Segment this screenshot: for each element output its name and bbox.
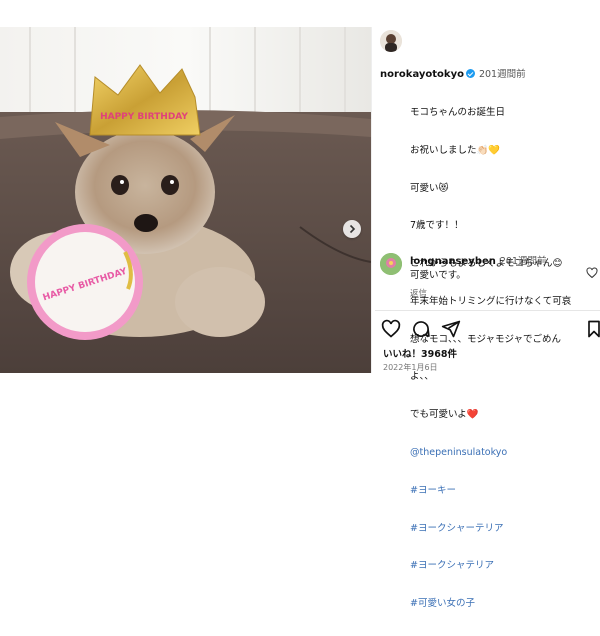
post-time-ago: 201週間前 (478, 69, 526, 81)
next-photo-button[interactable] (343, 220, 361, 238)
mention-link[interactable]: @thepeninsulatokyo (410, 447, 600, 460)
reply-button[interactable]: 返信 (410, 287, 427, 299)
post-caption: norokayotokyo 201週間前 モコちゃんのお誕生日 お祝いしました👏🏻… (380, 44, 600, 636)
comment-header: longnanseyben 201週間前 (410, 253, 547, 267)
author-avatar-image (380, 30, 402, 52)
caption-line: でも可愛いよ❤️ (410, 409, 479, 421)
hashtag-link[interactable]: #可愛い女の子 (410, 598, 600, 611)
hashtag-link[interactable]: #ヨーキー (410, 485, 600, 498)
chevron-right-icon (349, 224, 356, 234)
like-count[interactable]: いいね！3968件 (383, 346, 457, 360)
comment-item: longnanseyben 201週間前 可愛いです。 返信 (380, 253, 598, 303)
bookmark-icon[interactable] (584, 319, 600, 339)
post-photo[interactable]: HAPPY BIRTHDAY HAPPY BIRTHDAY (0, 27, 372, 373)
author-avatar[interactable] (380, 30, 402, 52)
caption-line: 7歳です！！ (410, 220, 464, 232)
caption-line: よ、、 (410, 371, 434, 383)
comment-text: 可愛いです。 (410, 270, 466, 281)
heart-icon[interactable] (586, 267, 598, 279)
send-icon[interactable] (441, 319, 461, 339)
verified-badge-icon (465, 69, 475, 79)
action-bar (381, 319, 600, 339)
heart-icon[interactable] (381, 319, 401, 339)
caption-header-line: norokayotokyo 201週間前 (380, 69, 600, 82)
post-details-panel: norokayotokyo 201週間前 モコちゃんのお誕生日 お祝いしました👏🏻… (375, 27, 600, 609)
hashtag-link[interactable]: #ヨークシャテリア (410, 560, 600, 573)
caption-line: モコちゃんのお誕生日 (410, 106, 506, 118)
commenter-username[interactable]: longnanseyben (410, 256, 496, 267)
post-date: 2022年1月6日 (383, 363, 438, 372)
crown-text: HAPPY BIRTHDAY (100, 112, 188, 122)
hashtag-link[interactable]: #ヨークシャーテリア (410, 523, 600, 536)
actions-divider (375, 310, 600, 311)
comment-time-ago: 201週間前 (499, 256, 547, 267)
comment-icon[interactable] (411, 319, 431, 339)
caption-line: 可愛い😻 (410, 182, 449, 194)
instagram-post-view: HAPPY BIRTHDAY HAPPY BIRTHDAY norokayoto… (0, 0, 600, 609)
commenter-avatar[interactable] (380, 253, 402, 275)
dog-photo-illustration: HAPPY BIRTHDAY HAPPY BIRTHDAY (0, 27, 371, 373)
caption-line: お祝いしました👏🏻💛 (410, 144, 501, 156)
commenter-avatar-image (380, 253, 402, 275)
author-username[interactable]: norokayotokyo (380, 69, 464, 80)
